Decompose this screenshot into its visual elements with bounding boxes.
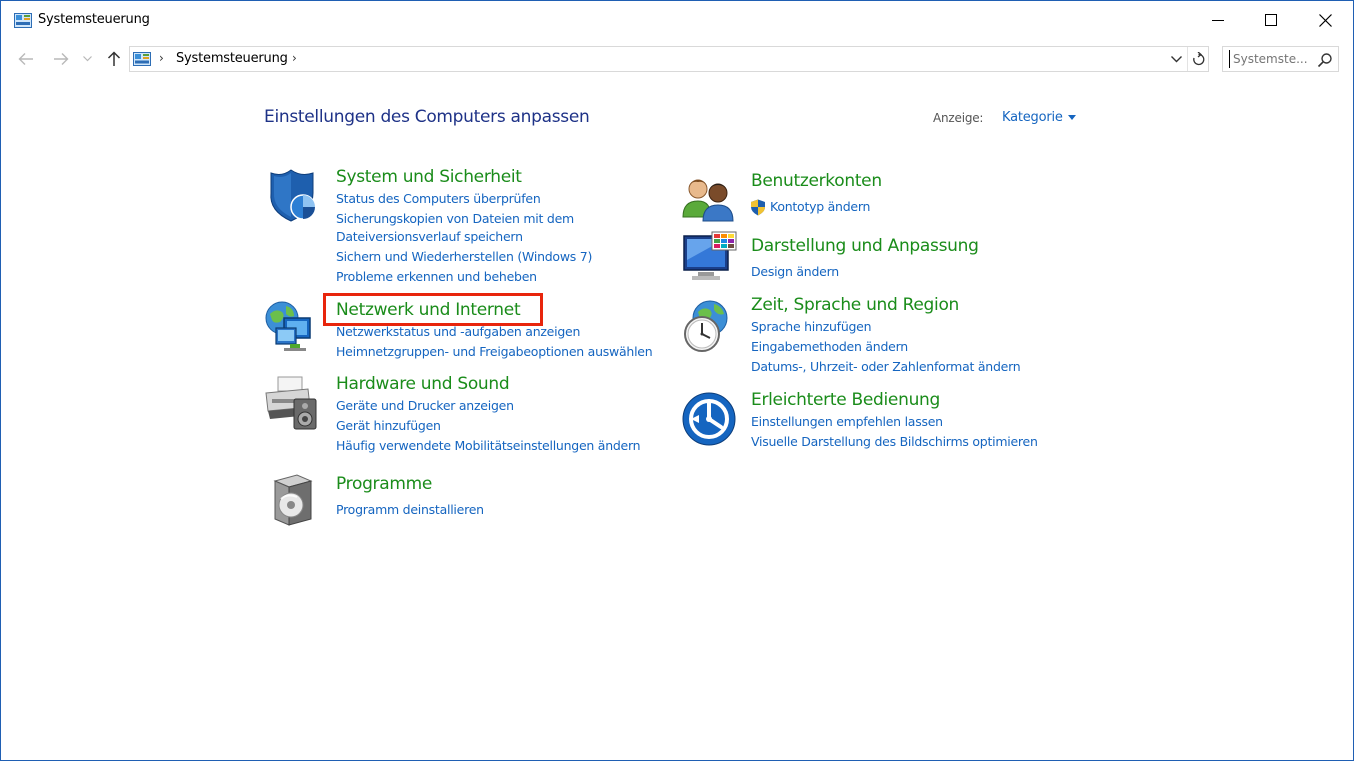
link-add-language[interactable]: Sprache hinzufügen xyxy=(751,319,872,334)
category-user-accounts[interactable]: Benutzerkonten xyxy=(751,171,882,191)
link-input-methods[interactable]: Eingabemethoden ändern xyxy=(751,339,908,354)
view-label: Anzeige: xyxy=(933,111,984,125)
link-backup-files[interactable]: Sicherungskopien von Dateien mit dem xyxy=(336,211,574,226)
uac-shield-icon xyxy=(751,199,765,216)
close-icon xyxy=(1318,13,1332,27)
clock-globe-icon[interactable] xyxy=(680,298,736,354)
link-change-theme[interactable]: Design ändern xyxy=(751,264,839,279)
breadcrumb-separator-icon[interactable]: › xyxy=(292,51,297,65)
link-recommend-settings[interactable]: Einstellungen empfehlen lassen xyxy=(751,414,943,429)
chevron-down-icon xyxy=(1170,55,1182,62)
view-mode-dropdown[interactable]: Kategorie xyxy=(1002,110,1063,125)
link-mobility-settings[interactable]: Häufig verwendete Mobilitätseinstellunge… xyxy=(336,438,641,453)
network-globe-icon[interactable] xyxy=(264,298,320,354)
link-devices-printers[interactable]: Geräte und Drucker anzeigen xyxy=(336,398,514,413)
programs-disc-icon[interactable] xyxy=(267,471,323,527)
up-button[interactable] xyxy=(104,49,124,69)
link-optimize-display[interactable]: Visuelle Darstellung des Bildschirms opt… xyxy=(751,434,1038,449)
link-uninstall-program[interactable]: Programm deinstallieren xyxy=(336,502,484,517)
category-system-security[interactable]: System und Sicherheit xyxy=(336,167,522,187)
back-button[interactable] xyxy=(16,49,36,69)
search-icon[interactable] xyxy=(1317,52,1333,68)
link-date-time-format[interactable]: Datums-, Uhrzeit- oder Zahlenformat ände… xyxy=(751,359,1021,374)
address-bar[interactable]: › Systemsteuerung › xyxy=(129,46,1209,72)
link-file-history[interactable]: Dateiversionsverlauf speichern xyxy=(336,229,523,244)
refresh-button[interactable] xyxy=(1187,47,1209,71)
link-troubleshoot[interactable]: Probleme erkennen und beheben xyxy=(336,269,537,284)
maximize-button[interactable] xyxy=(1248,1,1294,39)
refresh-icon xyxy=(1193,52,1205,66)
control-panel-icon xyxy=(14,13,32,28)
address-history-button[interactable] xyxy=(1166,47,1186,71)
minimize-button[interactable] xyxy=(1195,1,1241,39)
forward-arrow-icon xyxy=(54,53,69,65)
control-panel-icon xyxy=(133,52,151,66)
page-title: Einstellungen des Computers anpassen xyxy=(264,107,590,127)
category-programs[interactable]: Programme xyxy=(336,474,432,494)
link-add-device[interactable]: Gerät hinzufügen xyxy=(336,418,441,433)
title-bar: Systemsteuerung xyxy=(1,1,1353,41)
maximize-icon xyxy=(1265,14,1277,26)
link-network-status[interactable]: Netzwerkstatus und -aufgaben anzeigen xyxy=(336,324,580,339)
breadcrumb-systemsteuerung[interactable]: Systemsteuerung xyxy=(176,51,288,66)
appearance-monitor-icon[interactable] xyxy=(682,230,738,286)
link-change-account-type[interactable]: Kontotyp ändern xyxy=(770,199,870,214)
breadcrumb-separator-icon[interactable]: › xyxy=(159,51,164,65)
security-shield-icon[interactable] xyxy=(265,167,321,223)
search-box[interactable] xyxy=(1222,46,1339,72)
category-hardware-sound[interactable]: Hardware und Sound xyxy=(336,374,510,394)
forward-button[interactable] xyxy=(51,49,71,69)
recent-locations-button[interactable] xyxy=(80,49,94,69)
control-panel-window: Systemsteuerung › Systemsteuerung › Syst… xyxy=(0,0,1354,761)
search-input[interactable] xyxy=(1229,50,1309,68)
chevron-down-icon xyxy=(82,56,92,62)
printer-speaker-icon[interactable] xyxy=(264,375,320,431)
up-arrow-icon xyxy=(107,51,121,66)
back-arrow-icon xyxy=(18,53,33,65)
category-time-language-region[interactable]: Zeit, Sprache und Region xyxy=(751,295,959,315)
link-backup-restore[interactable]: Sichern und Wiederherstellen (Windows 7) xyxy=(336,249,592,264)
category-network-internet[interactable]: Netzwerk und Internet xyxy=(336,300,521,320)
minimize-icon xyxy=(1212,20,1224,21)
dropdown-arrow-icon[interactable] xyxy=(1068,115,1076,120)
window-title: Systemsteuerung xyxy=(38,12,150,27)
category-ease-of-access[interactable]: Erleichterte Bedienung xyxy=(751,390,940,410)
link-computer-status[interactable]: Status des Computers überprüfen xyxy=(336,191,541,206)
close-button[interactable] xyxy=(1302,1,1348,39)
category-appearance[interactable]: Darstellung und Anpassung xyxy=(751,236,979,256)
ease-of-access-icon[interactable] xyxy=(681,391,737,447)
link-homegroup-sharing[interactable]: Heimnetzgruppen- und Freigabeoptionen au… xyxy=(336,344,653,359)
user-accounts-icon[interactable] xyxy=(681,171,737,227)
